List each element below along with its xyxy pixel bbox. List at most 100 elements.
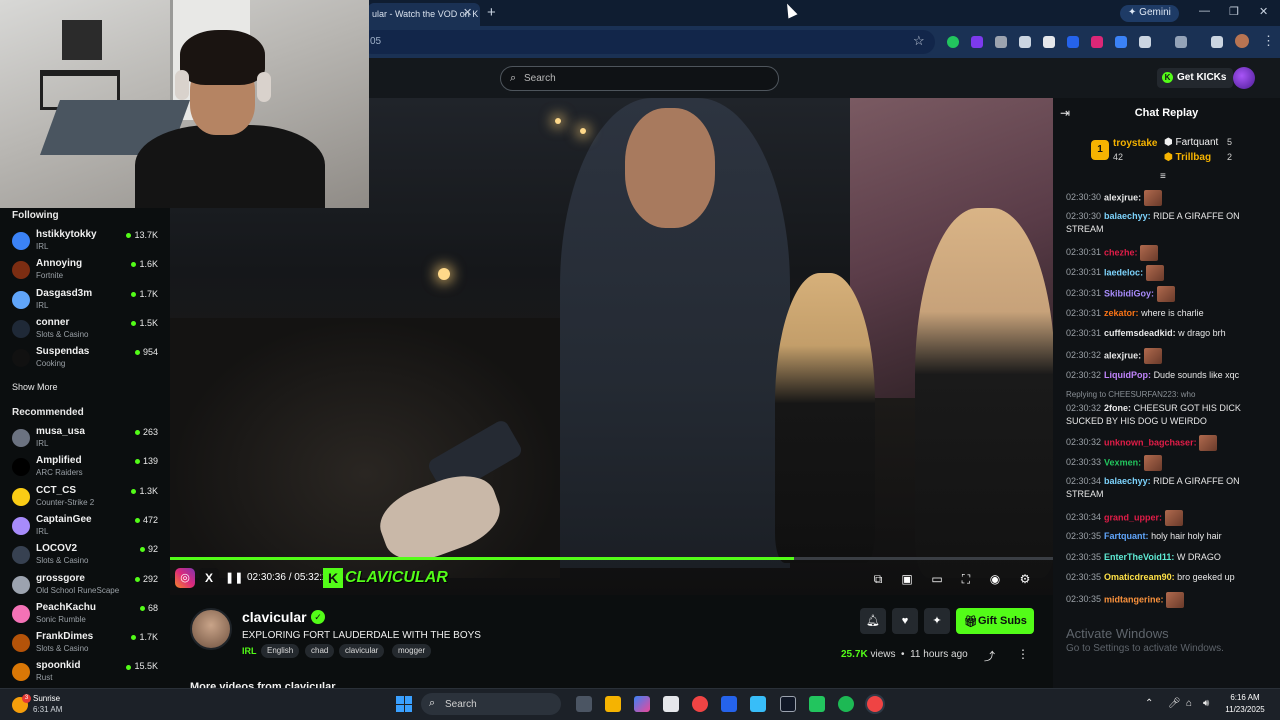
- extension-icon[interactable]: [1067, 36, 1079, 48]
- stream-tag[interactable]: English: [261, 644, 300, 658]
- sidebar-channel-item[interactable]: hstikkytokky IRL 13.7K: [12, 229, 162, 257]
- sidebar-channel-item[interactable]: CaptainGee IRL 472: [12, 514, 162, 542]
- clock-date[interactable]: 11/23/2025: [1220, 705, 1270, 714]
- puzzle-icon[interactable]: [1139, 36, 1151, 48]
- sidebar-channel-item[interactable]: FrankDimes Slots & Casino 1.7K: [12, 631, 162, 659]
- chat-username[interactable]: balaechyy:: [1104, 211, 1151, 221]
- clock-time[interactable]: 6:16 AM: [1224, 693, 1266, 702]
- app-icon[interactable]: [780, 696, 796, 712]
- sidebar-channel-item[interactable]: CCT_CS Counter-Strike 2 1.3K: [12, 485, 162, 513]
- channel-avatar[interactable]: [190, 608, 232, 650]
- extension-icon[interactable]: [995, 36, 1007, 48]
- extension-icon[interactable]: [1019, 36, 1031, 48]
- bookmark-star-icon[interactable]: ☆: [913, 33, 925, 49]
- chat-username[interactable]: SkibidiGoy:: [1104, 288, 1154, 298]
- gift-subs-button[interactable]: 🎁︎ Gift Subs: [956, 608, 1034, 634]
- network-icon[interactable]: ⌂: [1186, 698, 1192, 709]
- sidebar-channel-item[interactable]: LOCOV2 Slots & Casino 92: [12, 543, 162, 571]
- clip-icon[interactable]: ⧉: [871, 572, 885, 586]
- tray-chevron-icon[interactable]: ⌃: [1145, 698, 1153, 709]
- fullscreen-icon[interactable]: ⛶: [959, 572, 973, 586]
- sidebar-channel-item[interactable]: conner Slots & Casino 1.5K: [12, 317, 162, 345]
- chat-username[interactable]: unknown_bagchaser:: [1104, 437, 1197, 447]
- browser-menu-icon[interactable]: ⋮: [1262, 33, 1275, 49]
- sidebar-channel-item[interactable]: PeachKachu Sonic Rumble 68: [12, 602, 162, 630]
- spotify-icon[interactable]: [838, 696, 854, 712]
- task-view-icon[interactable]: [576, 696, 592, 712]
- chat-username[interactable]: chezhe:: [1104, 247, 1138, 257]
- chat-username[interactable]: Omaticdream90:: [1104, 572, 1175, 582]
- extension-icon[interactable]: [1091, 36, 1103, 48]
- outlook-icon[interactable]: [721, 696, 737, 712]
- stream-tag[interactable]: clavicular: [339, 644, 385, 658]
- seek-bar[interactable]: [170, 557, 1053, 560]
- app-icon[interactable]: [809, 696, 825, 712]
- app-icon[interactable]: [750, 696, 766, 712]
- leaderboard-name[interactable]: ⬢ Fartquant: [1164, 137, 1218, 148]
- tab-search-icon[interactable]: [1175, 36, 1187, 48]
- search-input[interactable]: ⌕ Search: [500, 66, 779, 91]
- chat-username[interactable]: Fartquant:: [1104, 531, 1149, 541]
- stream-tag[interactable]: mogger: [392, 644, 432, 658]
- mini-player-icon[interactable]: ▣: [900, 572, 914, 586]
- chat-username[interactable]: cuffemsdeadkid:: [1104, 328, 1176, 338]
- sidebar-channel-item[interactable]: spoonkid Rust 15.5K: [12, 660, 162, 688]
- user-avatar[interactable]: [1233, 67, 1255, 89]
- chat-username[interactable]: zekator:: [1104, 308, 1139, 318]
- new-tab-icon[interactable]: +: [487, 4, 496, 21]
- chat-username[interactable]: balaechyy:: [1104, 476, 1151, 486]
- chat-username[interactable]: laedeloc:: [1104, 267, 1143, 277]
- close-tab-icon[interactable]: ✕: [463, 6, 472, 19]
- show-more-link[interactable]: Show More: [12, 382, 58, 392]
- taskbar-search[interactable]: ⌕ Search: [421, 693, 561, 715]
- theater-mode-icon[interactable]: ▭: [930, 572, 944, 586]
- share-icon[interactable]: ⤴: [984, 648, 995, 664]
- sidebar-channel-item[interactable]: Amplified ARC Raiders 139: [12, 455, 162, 483]
- pinned-filter-icon[interactable]: ≡: [1160, 171, 1166, 182]
- chat-username[interactable]: midtangerine:: [1104, 594, 1164, 604]
- close-window-icon[interactable]: ✕: [1259, 5, 1268, 18]
- gemini-button[interactable]: ✦ Gemini: [1120, 5, 1179, 22]
- copilot-icon[interactable]: [634, 696, 650, 712]
- extension-icon[interactable]: [971, 36, 983, 48]
- boost-button[interactable]: ✦: [924, 608, 950, 634]
- url-field[interactable]: 05: [360, 30, 935, 54]
- get-kicks-button[interactable]: K Get KICKs: [1157, 68, 1234, 88]
- chrome-icon[interactable]: [692, 696, 708, 712]
- stream-tag[interactable]: chad: [305, 644, 335, 658]
- chat-username[interactable]: EnterTheVoid11:: [1104, 552, 1174, 562]
- extension-icon[interactable]: [1043, 36, 1055, 48]
- chat-username[interactable]: Vexmen:: [1104, 457, 1141, 467]
- leaderboard-name[interactable]: troystake: [1113, 138, 1157, 149]
- channel-name[interactable]: clavicular: [242, 609, 307, 625]
- sidebar-channel-item[interactable]: Dasgasd3m IRL 1.7K: [12, 288, 162, 316]
- sidebar-channel-item[interactable]: musa_usa IRL 263: [12, 426, 162, 454]
- store-icon[interactable]: [663, 696, 679, 712]
- reading-list-icon[interactable]: [1211, 36, 1223, 48]
- volume-icon[interactable]: 🔊︎: [1203, 698, 1209, 709]
- speed-icon[interactable]: ◉: [988, 572, 1002, 586]
- microphone-icon[interactable]: 🎤︎: [1168, 698, 1181, 709]
- restore-icon[interactable]: ❐: [1229, 5, 1239, 18]
- extension-icon[interactable]: [1115, 36, 1127, 48]
- leaderboard-name[interactable]: ⬢ Trillbag: [1164, 152, 1211, 163]
- notification-bell-button[interactable]: 🔔︎: [860, 608, 886, 634]
- file-explorer-icon[interactable]: [605, 696, 621, 712]
- chrome-active-icon[interactable]: [867, 696, 883, 712]
- more-options-icon[interactable]: ⋮: [1017, 647, 1029, 661]
- profile-avatar[interactable]: [1235, 34, 1249, 48]
- chat-username[interactable]: grand_upper:: [1104, 512, 1162, 522]
- minimize-icon[interactable]: —: [1199, 5, 1210, 17]
- chat-username[interactable]: 2fone:: [1104, 403, 1131, 413]
- windows-start-icon[interactable]: [396, 696, 412, 712]
- sidebar-channel-item[interactable]: Annoying Fortnite 1.6K: [12, 258, 162, 286]
- settings-gear-icon[interactable]: ⚙: [1018, 572, 1032, 586]
- pause-icon[interactable]: ❚❚: [225, 571, 243, 584]
- sidebar-channel-item[interactable]: Suspendas Cooking 954: [12, 346, 162, 374]
- follow-heart-button[interactable]: ♥: [892, 608, 918, 634]
- chat-username[interactable]: alexjrue:: [1104, 350, 1141, 360]
- chat-username[interactable]: alexjrue:: [1104, 192, 1141, 202]
- chat-username[interactable]: LiquidPop:: [1104, 370, 1151, 380]
- extension-icon[interactable]: [947, 36, 959, 48]
- stream-category[interactable]: IRL: [242, 646, 257, 656]
